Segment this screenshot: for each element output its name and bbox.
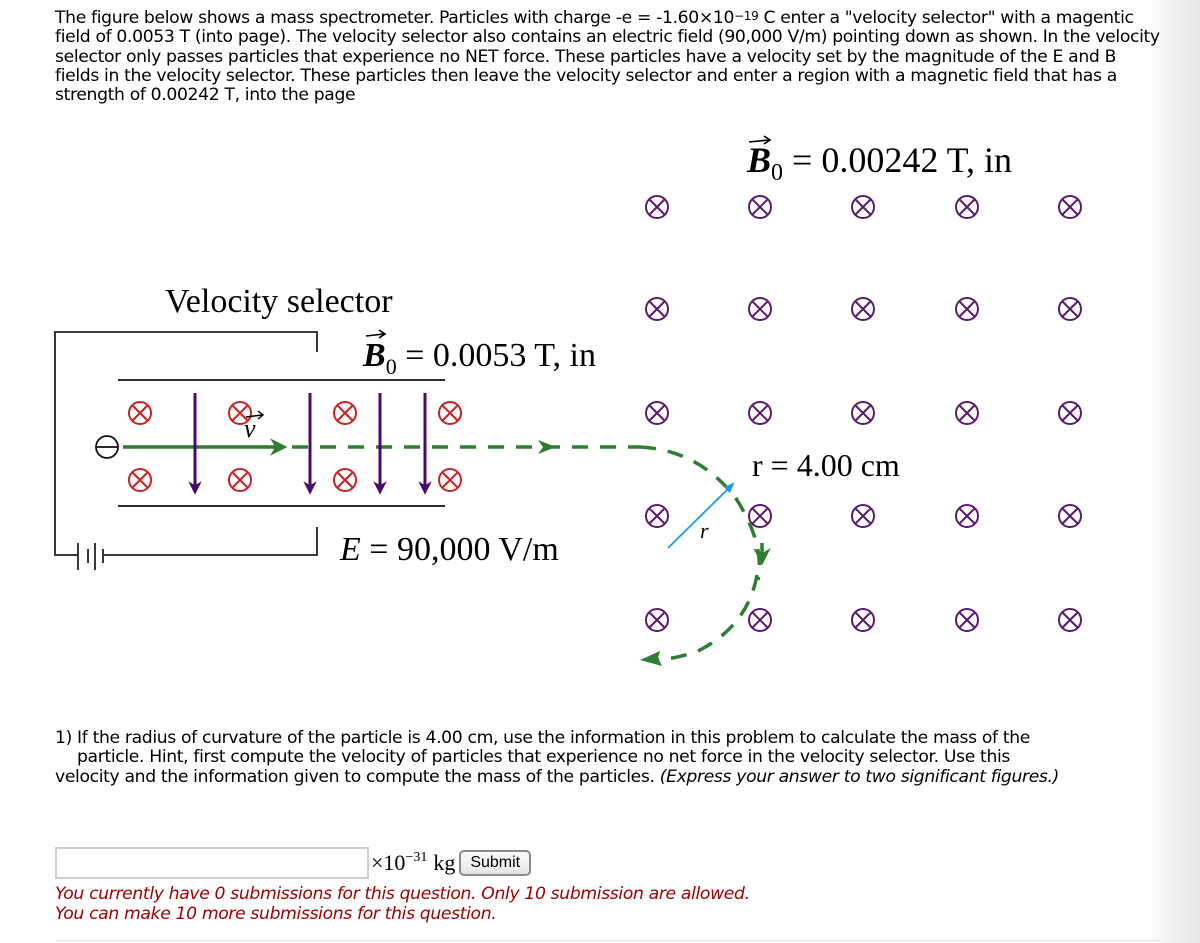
question-line-3-text: velocity and the information given to co… bbox=[55, 766, 660, 787]
bottom-divider bbox=[55, 940, 1160, 941]
field-into-page-icon bbox=[1058, 608, 1082, 632]
field-into-page-icon bbox=[748, 195, 772, 219]
field-into-page-icon bbox=[748, 608, 772, 632]
field-into-page-icon bbox=[851, 504, 875, 528]
unit-exponent: −31 bbox=[405, 850, 428, 865]
question-line-1: 1) If the radius of curvature of the par… bbox=[55, 728, 1030, 748]
field-into-page-icon bbox=[645, 608, 669, 632]
field-into-page-icon bbox=[851, 195, 875, 219]
question-instruction: (Express your answer to two significant … bbox=[659, 766, 1060, 787]
field-into-page-icon bbox=[1058, 504, 1082, 528]
velocity-label: v bbox=[244, 414, 256, 443]
submission-status-line-1: You currently have 0 submissions for thi… bbox=[55, 884, 750, 904]
submission-status-line-2: You can make 10 more submissions for thi… bbox=[55, 904, 497, 924]
electric-field-symbol: E bbox=[339, 531, 361, 568]
field-into-page-icon bbox=[645, 195, 669, 219]
trajectory-curve-upper bbox=[639, 445, 762, 581]
selector-field-value: = 0.0053 T, in bbox=[397, 337, 596, 374]
question-line-3: velocity and the information given to co… bbox=[55, 766, 1165, 787]
field-into-page-icon bbox=[128, 401, 152, 425]
submission-status: You currently have 0 submissions for thi… bbox=[55, 884, 955, 924]
negative-particle-icon bbox=[95, 435, 119, 459]
field-into-page-icon bbox=[851, 401, 875, 425]
field-into-page-icon bbox=[955, 297, 979, 321]
selector-field-subscript: 0 bbox=[386, 354, 397, 379]
field-into-page-icon bbox=[748, 297, 772, 321]
field-into-page-icon bbox=[1058, 401, 1082, 425]
field-into-page-icon bbox=[1058, 195, 1082, 219]
selector-field-symbol: B bbox=[362, 337, 386, 374]
field-into-page-icon bbox=[645, 504, 669, 528]
circuit-wire-bottom bbox=[103, 527, 318, 556]
field-into-page-icon bbox=[955, 401, 979, 425]
field-into-page-icon bbox=[851, 608, 875, 632]
answer-unit: ×10 −31 kg bbox=[371, 850, 455, 876]
radius-label: r = 4.00 cm bbox=[752, 447, 900, 483]
figure-svg: B0 = 0.00242 T, in Velocity selector B0 … bbox=[54, 135, 1082, 666]
electric-field-value: = 90,000 V/m bbox=[361, 531, 559, 568]
field-into-page-icon bbox=[438, 401, 462, 425]
field-into-page-icon bbox=[1058, 297, 1082, 321]
problem-statement: The figure below shows a mass spectromet… bbox=[55, 8, 1165, 105]
region-field-label: B0 = 0.00242 T, in bbox=[746, 140, 1012, 186]
field-into-page-icon bbox=[851, 297, 875, 321]
field-into-page-icon bbox=[333, 468, 357, 492]
region-field-value: = 0.00242 T, in bbox=[783, 140, 1012, 180]
answer-input[interactable] bbox=[55, 847, 369, 879]
region-field-symbol: B bbox=[746, 140, 771, 180]
field-into-page-icon bbox=[955, 195, 979, 219]
trajectory-direction-arrow-icon bbox=[538, 440, 556, 454]
field-into-page-icon bbox=[438, 468, 462, 492]
question-line-2: particle. Hint, first compute the veloci… bbox=[77, 747, 1011, 768]
field-into-page-icon bbox=[128, 468, 152, 492]
field-into-page-icon bbox=[645, 401, 669, 425]
region-field-subscript: 0 bbox=[771, 160, 783, 186]
field-into-page-icon bbox=[645, 297, 669, 321]
region-field-markers bbox=[645, 195, 1082, 632]
field-into-page-icon bbox=[955, 608, 979, 632]
answer-row: ×10 −31 kg Submit bbox=[55, 845, 532, 881]
selector-title: Velocity selector bbox=[165, 283, 393, 320]
circuit-wire-top bbox=[54, 331, 318, 556]
field-into-page-icon bbox=[333, 401, 357, 425]
submit-button[interactable]: Submit bbox=[459, 850, 532, 876]
trajectory-curve-lower bbox=[649, 574, 759, 662]
battery-icon bbox=[68, 543, 104, 570]
electric-field-label: E = 90,000 V/m bbox=[339, 531, 559, 568]
field-into-page-icon bbox=[748, 504, 772, 528]
problem-text-part1: The figure below shows a mass spectromet… bbox=[55, 8, 735, 28]
selector-field-label: B0 = 0.0053 T, in bbox=[362, 337, 596, 379]
field-into-page-icon bbox=[228, 468, 252, 492]
charge-exponent: −19 bbox=[734, 9, 759, 23]
unit-prefix: ×10 bbox=[371, 850, 406, 875]
field-into-page-icon bbox=[748, 401, 772, 425]
radius-arrow-label: r bbox=[700, 518, 709, 543]
mass-spectrometer-figure: B0 = 0.00242 T, in Velocity selector B0 … bbox=[0, 130, 1200, 690]
field-into-page-icon bbox=[955, 504, 979, 528]
unit-label: kg bbox=[433, 850, 456, 875]
question-text: 1) If the radius of curvature of the par… bbox=[55, 728, 1165, 787]
